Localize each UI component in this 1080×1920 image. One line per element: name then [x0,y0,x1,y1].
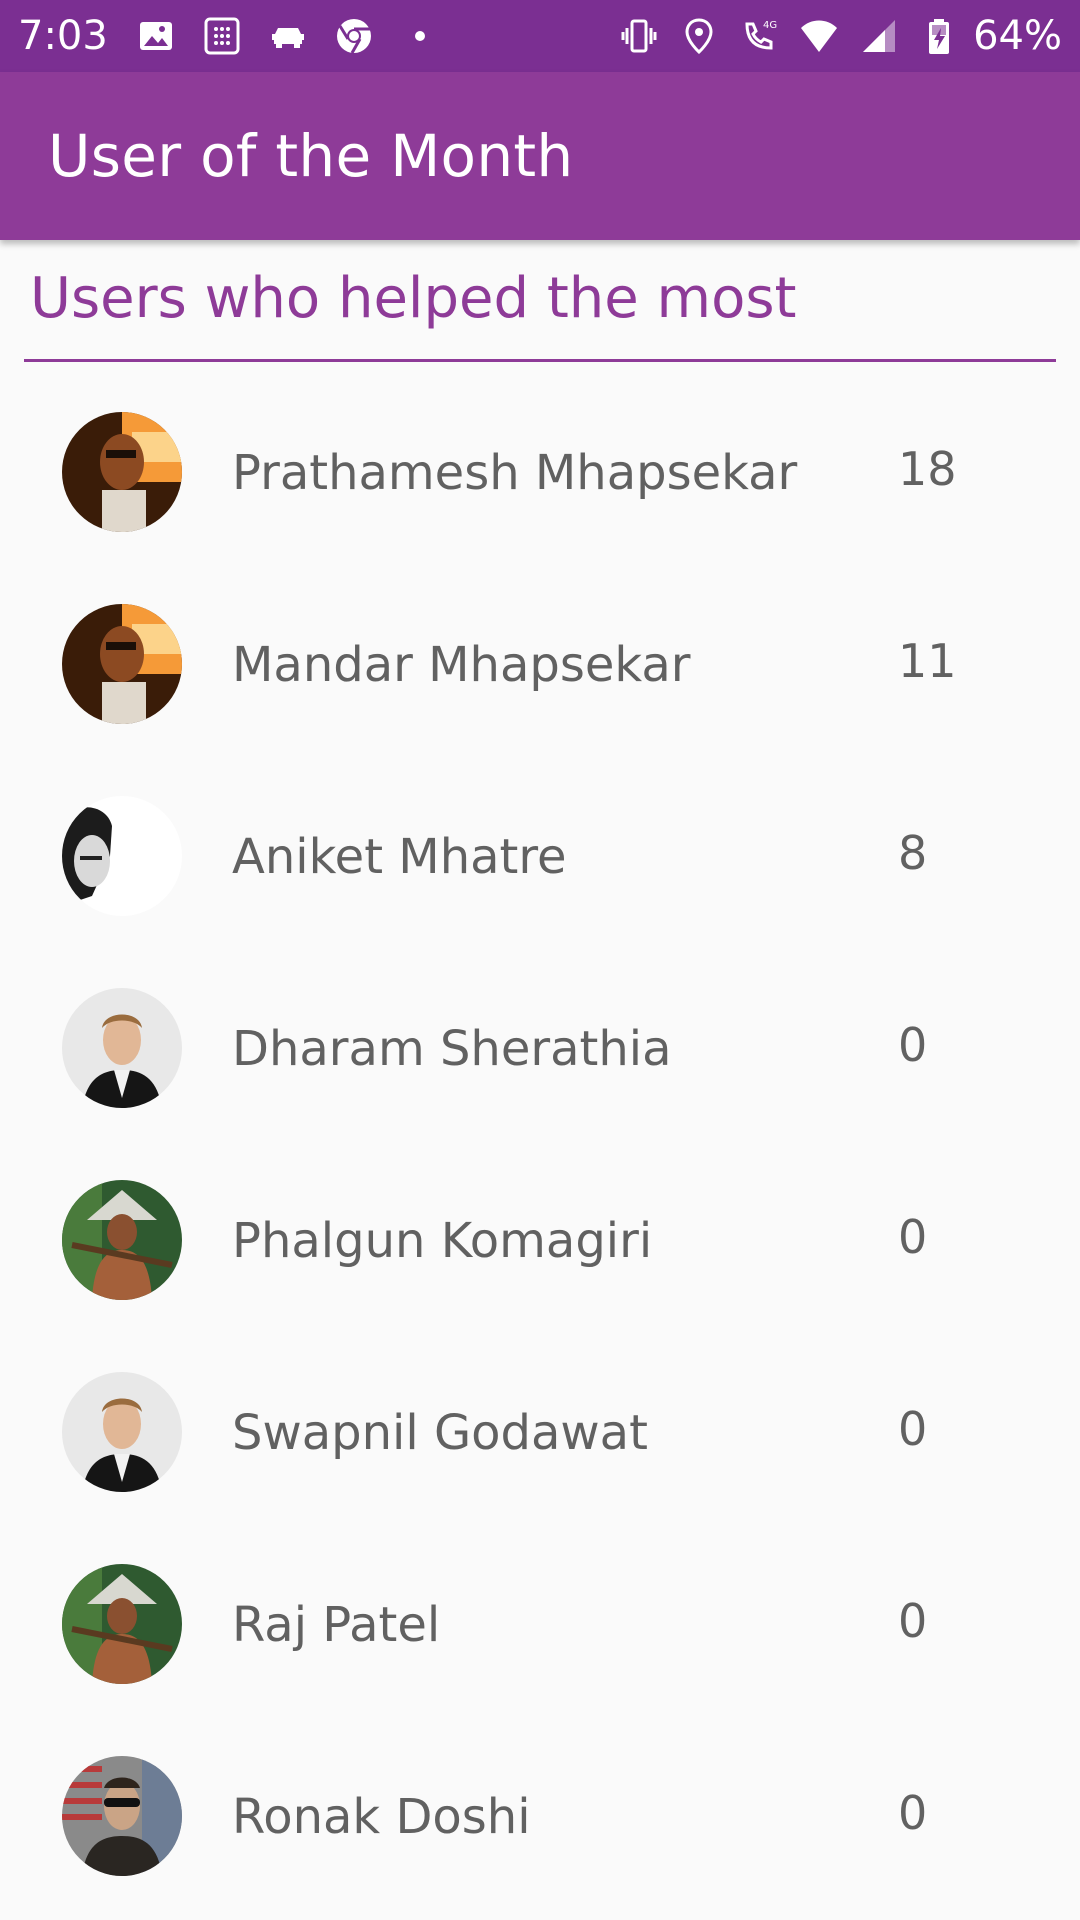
list-item[interactable]: Ronak Doshi 0 [0,1706,1080,1898]
status-left-icons [136,16,466,56]
user-name: Dharam Sherathia [232,1021,672,1077]
app-title: User of the Month [48,122,574,190]
image-icon [136,16,176,56]
avatar [62,1372,182,1492]
list-item[interactable]: Phalgun Komagiri 0 [0,1130,1080,1322]
user-score: 0 [898,1210,928,1264]
list-item[interactable]: Aniket Mhatre 8 [0,746,1080,938]
user-name: Phalgun Komagiri [232,1213,653,1269]
app-bar: User of the Month [0,72,1080,240]
user-score: 8 [898,826,928,880]
user-score: 0 [898,1594,928,1648]
wifi-icon [799,16,839,56]
avatar [62,1180,182,1300]
list-item[interactable]: Dharam Sherathia 0 [0,938,1080,1130]
dot-icon [400,16,440,56]
user-score: 0 [898,1786,928,1840]
wifi-call-icon: 4G [739,16,779,56]
vibrate-icon [619,16,659,56]
user-name: Swapnil Godawat [232,1405,648,1461]
avatar [62,796,182,916]
user-score: 0 [898,1018,928,1072]
chrome-icon [334,16,374,56]
avatar [62,1756,182,1876]
user-name: Ronak Doshi [232,1789,531,1845]
network-label: 4G [763,20,777,31]
section-title: Users who helped the most [30,266,797,331]
avatar [62,988,182,1108]
user-list: Prathamesh Mhapsekar 18 Mandar Mhapsekar… [0,362,1080,1898]
car-icon [268,16,308,56]
battery-charging-icon [919,16,959,56]
avatar [62,604,182,724]
list-item[interactable]: Prathamesh Mhapsekar 18 [0,362,1080,554]
avatar [62,1564,182,1684]
calculator-icon [202,16,242,56]
signal-icon [859,16,899,56]
status-time: 7:03 [18,13,108,59]
list-item[interactable]: Mandar Mhapsekar 11 [0,554,1080,746]
avatar [62,412,182,532]
user-score: 11 [898,634,957,688]
status-bar: 7:03 4G 64% [0,0,1080,72]
list-item[interactable]: Raj Patel 0 [0,1514,1080,1706]
status-right-icons: 4G 64% [599,13,1062,59]
location-icon [679,16,719,56]
user-name: Mandar Mhapsekar [232,637,691,693]
user-name: Aniket Mhatre [232,829,567,885]
user-score: 18 [898,442,957,496]
battery-percent: 64% [973,13,1062,59]
user-score: 0 [898,1402,928,1456]
list-item[interactable]: Swapnil Godawat 0 [0,1322,1080,1514]
user-name: Prathamesh Mhapsekar [232,445,798,501]
section-header: Users who helped the most [24,240,1056,362]
user-name: Raj Patel [232,1597,441,1653]
